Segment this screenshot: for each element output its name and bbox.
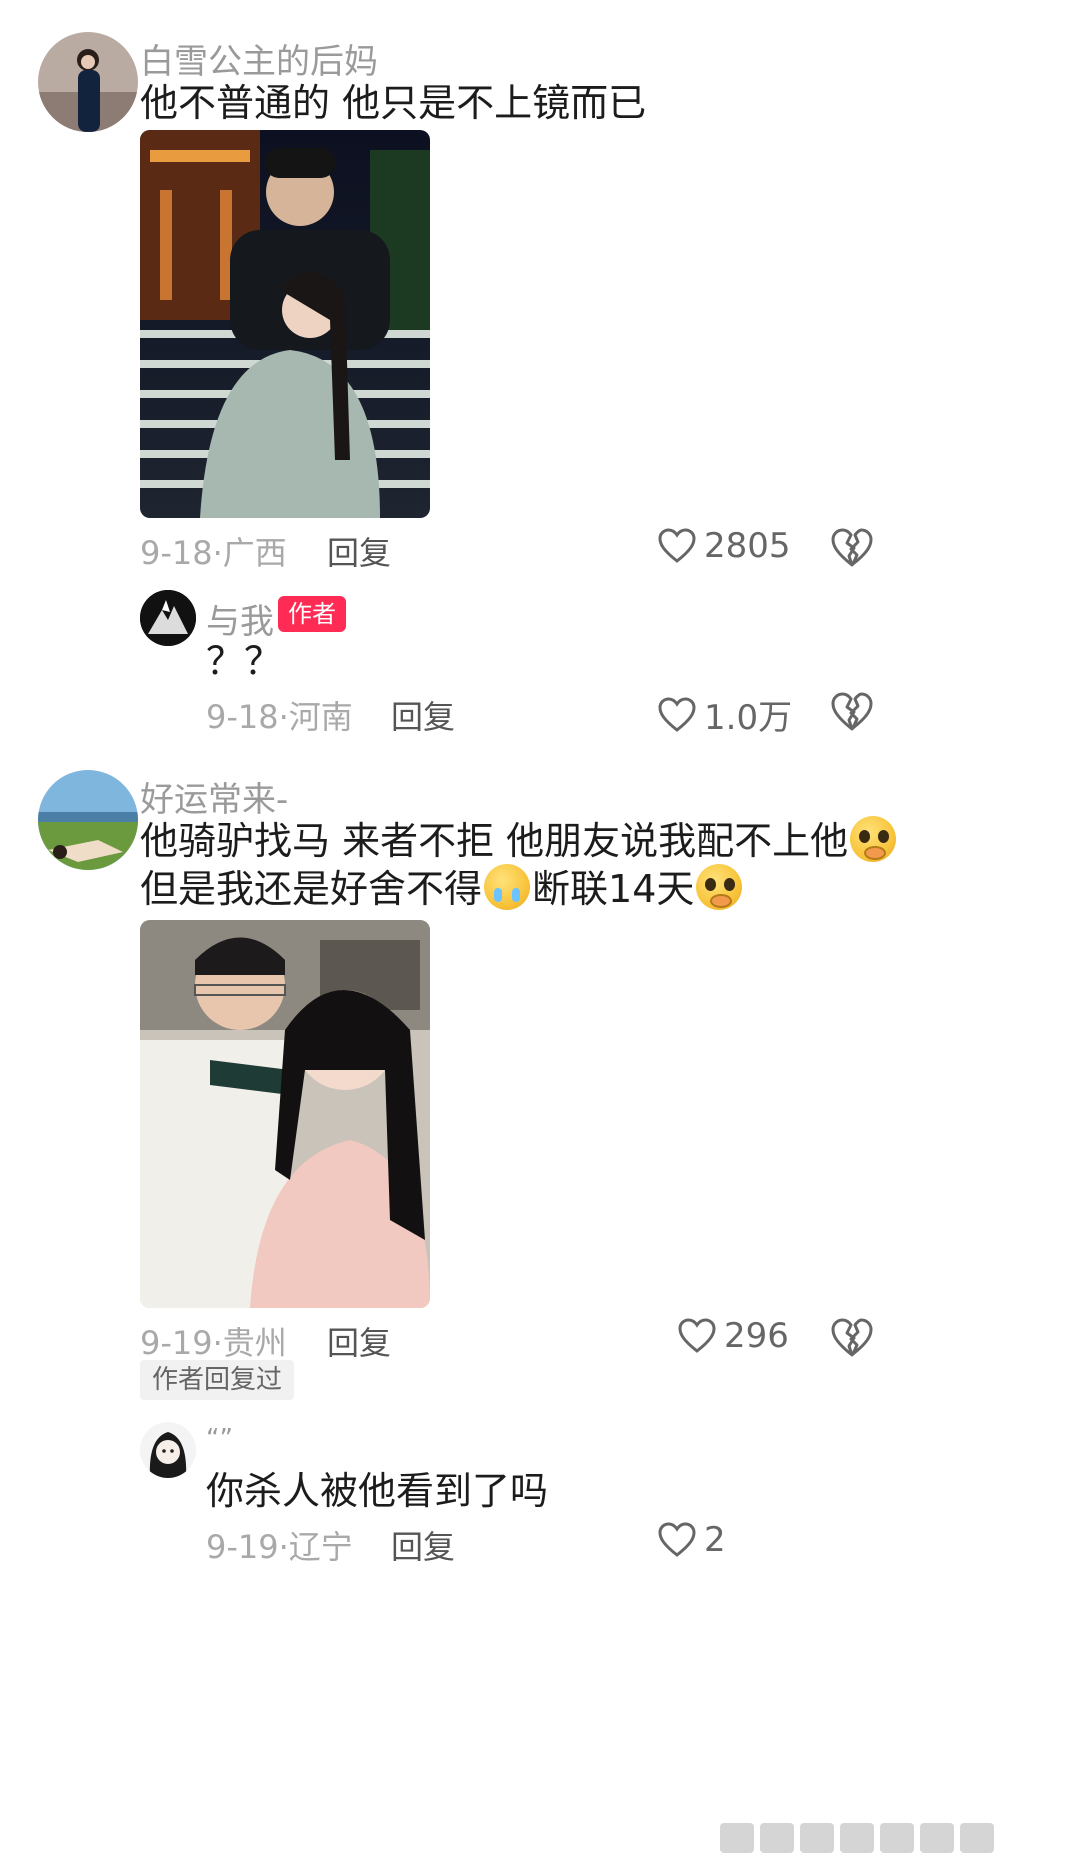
comment-text: 断联14天 xyxy=(532,867,695,911)
like-count: 1.0万 xyxy=(704,698,793,738)
like-button[interactable]: 296 xyxy=(678,1316,789,1356)
like-button[interactable]: 1.0万 xyxy=(658,690,792,739)
comment-meta: 9-18·广西 xyxy=(140,528,287,574)
comment-meta: 9-19·辽宁 xyxy=(206,1522,353,1568)
watermark-glyph xyxy=(880,1823,914,1853)
watermark-glyph xyxy=(960,1823,994,1853)
watermark xyxy=(720,1818,1050,1858)
avatar[interactable] xyxy=(38,770,138,870)
separator: · xyxy=(278,698,289,736)
comment-photo[interactable] xyxy=(140,920,430,1308)
reply-button[interactable]: 回复 xyxy=(327,1318,391,1364)
pleading-face-icon xyxy=(696,864,743,910)
comment-text: 你杀人被他看到了吗 xyxy=(206,1469,549,1513)
comment-date: 9-19 xyxy=(140,1324,213,1362)
comment-location: 河南 xyxy=(288,698,353,736)
comment-location: 广西 xyxy=(222,534,287,572)
comment-date: 9-18 xyxy=(206,698,279,736)
comment-text: ？？ xyxy=(206,639,283,683)
comment-meta: 9-18·河南 xyxy=(206,692,353,738)
comment-location: 辽宁 xyxy=(288,1528,353,1566)
like-button[interactable]: 2 xyxy=(658,1520,726,1560)
comment-photo[interactable] xyxy=(140,130,430,518)
heart-outline-icon xyxy=(658,1522,696,1557)
avatar[interactable] xyxy=(38,32,138,132)
comment-location: 贵州 xyxy=(222,1324,287,1362)
author-replied-tag[interactable]: 作者回复过 xyxy=(140,1360,295,1400)
author-badge: 作者 xyxy=(278,596,346,632)
watermark-glyph xyxy=(800,1823,834,1853)
watermark-glyph xyxy=(760,1823,794,1853)
comment-date: 9-18 xyxy=(140,534,213,572)
watermark-glyph xyxy=(920,1823,954,1853)
avatar[interactable] xyxy=(140,590,196,646)
like-count: 2805 xyxy=(704,526,791,566)
avatar[interactable] xyxy=(140,1422,196,1478)
heart-outline-icon xyxy=(678,1318,716,1353)
comment-date: 9-19 xyxy=(206,1528,279,1566)
comment-meta: 9-19·贵州 xyxy=(140,1318,287,1364)
pleading-face-icon xyxy=(850,816,897,862)
like-count: 2 xyxy=(704,1520,726,1560)
reply-button[interactable]: 回复 xyxy=(391,1522,455,1568)
separator: · xyxy=(212,534,223,572)
loudly-crying-face-icon xyxy=(484,864,531,910)
comment-text: 但是我还是好舍不得 xyxy=(140,867,483,911)
like-count: 296 xyxy=(724,1316,789,1356)
separator: · xyxy=(278,1528,289,1566)
like-button[interactable]: 2805 xyxy=(658,526,791,566)
broken-heart-icon[interactable] xyxy=(830,1316,874,1360)
comment-text-line-2: 但是我还是好舍不得 断联14天 xyxy=(140,860,744,918)
separator: · xyxy=(212,1324,223,1362)
watermark-glyph xyxy=(840,1823,874,1853)
username[interactable]: “” xyxy=(206,1424,233,1454)
broken-heart-icon[interactable] xyxy=(830,526,874,570)
heart-outline-icon xyxy=(658,528,696,563)
reply-button[interactable]: 回复 xyxy=(327,528,391,574)
comment-text: 他不普通的 他只是不上镜而已 xyxy=(140,81,647,125)
reply-button[interactable]: 回复 xyxy=(391,692,455,738)
broken-heart-icon[interactable] xyxy=(830,690,874,734)
watermark-glyph xyxy=(720,1823,754,1853)
heart-outline-icon xyxy=(658,696,696,732)
comment-text: 他骑驴找马 来者不拒 他朋友说我配不上他 xyxy=(140,819,849,863)
